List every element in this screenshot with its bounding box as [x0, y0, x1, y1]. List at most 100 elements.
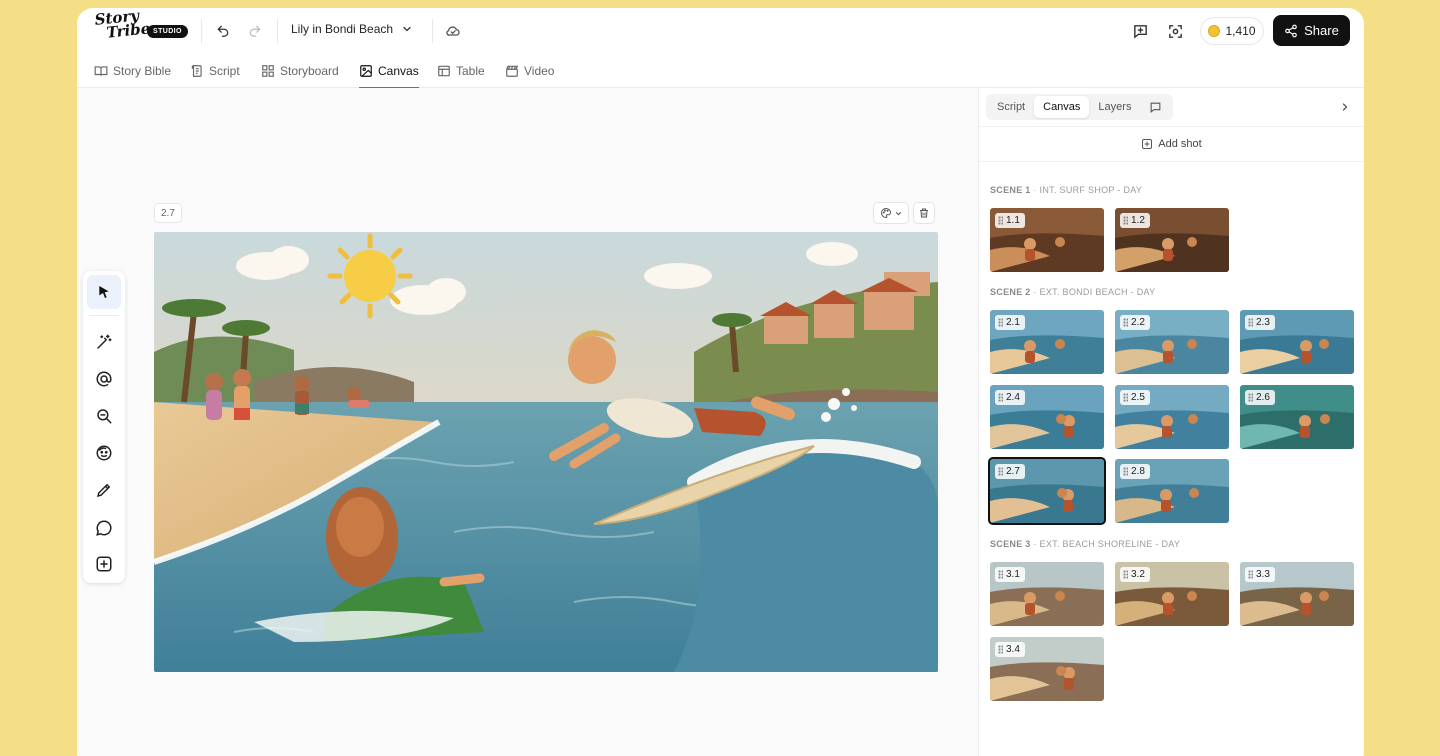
- shot-thumbnail[interactable]: 2.4: [990, 385, 1104, 449]
- shot-number-text: 3.2: [1131, 569, 1145, 580]
- tab-table[interactable]: Table: [437, 54, 485, 88]
- drag-handle-icon[interactable]: [998, 570, 1003, 579]
- coin-icon: [1208, 25, 1221, 37]
- book-icon: [94, 66, 108, 76]
- divider: [89, 315, 119, 316]
- grid-icon: [262, 65, 274, 77]
- shot-number: 3.1: [995, 567, 1025, 582]
- drag-handle-icon[interactable]: [1248, 393, 1253, 402]
- scene-title: · EXT. BEACH SHORELINE - DAY: [1030, 539, 1181, 549]
- tab-label: Story Bible: [113, 64, 172, 78]
- focus-icon[interactable]: [1164, 20, 1186, 42]
- coin-balance[interactable]: 1,410: [1200, 17, 1264, 45]
- pencil-icon[interactable]: [87, 473, 121, 507]
- divider: [201, 19, 202, 43]
- share-label: Share: [1304, 23, 1339, 38]
- main-shot-image[interactable]: [154, 232, 938, 672]
- scene-number: SCENE 3: [990, 539, 1031, 549]
- shot-number: 2.8: [1120, 464, 1150, 479]
- drag-handle-icon[interactable]: [1123, 570, 1128, 579]
- add-icon[interactable]: [87, 547, 121, 581]
- comment-icon[interactable]: [87, 511, 121, 545]
- drag-handle-icon[interactable]: [1123, 216, 1128, 225]
- delete-button[interactable]: [913, 202, 935, 224]
- drag-handle-icon[interactable]: [1248, 318, 1253, 327]
- shot-number-text: 2.3: [1256, 317, 1270, 328]
- scene-heading: SCENE 2 · EXT. BONDI BEACH - DAY: [990, 287, 1155, 297]
- tab-script[interactable]: Script: [190, 54, 240, 88]
- style-dropdown[interactable]: [873, 202, 909, 224]
- coin-count: 1,410: [1225, 24, 1256, 38]
- logo-text: Story Tribe: [93, 8, 151, 43]
- add-comment-icon[interactable]: [1129, 20, 1151, 42]
- shot-number-text: 2.4: [1006, 392, 1020, 403]
- undo-icon[interactable]: [213, 21, 233, 41]
- script-icon: [191, 65, 202, 77]
- panel-tab-comments[interactable]: [1140, 96, 1171, 118]
- shot-thumbnail[interactable]: 2.5: [1115, 385, 1229, 449]
- header: Story Tribe STUDIO Lily in Bondi Beach 1…: [77, 8, 1364, 54]
- drag-handle-icon[interactable]: [998, 393, 1003, 402]
- cloud-saved-icon: [443, 21, 463, 41]
- shot-number: 3.2: [1120, 567, 1150, 582]
- zoom-icon[interactable]: [87, 399, 121, 433]
- drag-handle-icon[interactable]: [1123, 393, 1128, 402]
- drag-handle-icon[interactable]: [1248, 570, 1253, 579]
- panel-tab-canvas[interactable]: Canvas: [1034, 96, 1090, 118]
- shots-panel: Script Canvas Layers Add shot SCENE 1 · …: [978, 88, 1364, 756]
- shot-thumbnail[interactable]: 1.2: [1115, 208, 1229, 272]
- shot-thumbnail[interactable]: 2.7: [988, 457, 1106, 525]
- shot-number: 2.7: [995, 464, 1025, 479]
- drag-handle-icon[interactable]: [998, 318, 1003, 327]
- add-shot-button[interactable]: Add shot: [979, 126, 1364, 162]
- shot-number: 2.1: [995, 315, 1025, 330]
- drag-handle-icon[interactable]: [998, 216, 1003, 225]
- clapper-icon: [506, 65, 519, 77]
- shot-thumbnail[interactable]: 3.2: [1115, 562, 1229, 626]
- redo-icon[interactable]: [245, 21, 265, 41]
- shot-thumbnail[interactable]: 2.2: [1115, 310, 1229, 374]
- face-icon[interactable]: [87, 436, 121, 470]
- shot-number-text: 1.1: [1006, 215, 1020, 226]
- divider: [277, 19, 278, 43]
- comment-icon: [1151, 102, 1161, 113]
- tab-storyboard[interactable]: Storyboard: [261, 54, 339, 88]
- divider: [432, 19, 433, 43]
- project-selector[interactable]: Lily in Bondi Beach: [291, 22, 413, 36]
- shot-thumbnail[interactable]: 2.1: [990, 310, 1104, 374]
- shot-thumbnail[interactable]: 2.3: [1240, 310, 1354, 374]
- panel-tab-script[interactable]: Script: [988, 96, 1034, 118]
- share-icon: [1285, 24, 1297, 37]
- share-button[interactable]: Share: [1273, 15, 1350, 46]
- tab-canvas[interactable]: Canvas: [359, 54, 419, 89]
- scene-number: SCENE 2: [990, 287, 1031, 297]
- tab-video[interactable]: Video: [505, 54, 554, 88]
- drag-handle-icon[interactable]: [998, 645, 1003, 654]
- image-icon: [360, 65, 372, 77]
- add-icon: [1142, 139, 1153, 149]
- shot-number: 2.4: [995, 390, 1025, 405]
- canvas-area[interactable]: 2.7: [77, 88, 978, 756]
- collapse-panel-button[interactable]: [1339, 100, 1351, 118]
- drag-handle-icon[interactable]: [1123, 467, 1128, 476]
- drag-handle-icon[interactable]: [1123, 318, 1128, 327]
- panel-tab-layers[interactable]: Layers: [1089, 96, 1140, 118]
- chevron-down-icon: [895, 211, 901, 215]
- shot-number: 1.2: [1120, 213, 1150, 228]
- pointer-icon[interactable]: [87, 275, 121, 309]
- drag-handle-icon[interactable]: [998, 467, 1003, 476]
- magic-wand-icon[interactable]: [87, 325, 121, 359]
- shot-number: 2.3: [1245, 315, 1275, 330]
- shot-thumbnail[interactable]: 3.1: [990, 562, 1104, 626]
- shot-number-text: 2.6: [1256, 392, 1270, 403]
- logo[interactable]: Story Tribe STUDIO: [94, 8, 188, 47]
- shot-thumbnail[interactable]: 1.1: [990, 208, 1104, 272]
- tab-story-bible[interactable]: Story Bible: [94, 54, 171, 88]
- shot-thumbnail[interactable]: 3.4: [990, 637, 1104, 701]
- table-icon: [438, 65, 450, 77]
- shot-thumbnail[interactable]: 3.3: [1240, 562, 1354, 626]
- shot-number-text: 3.4: [1006, 644, 1020, 655]
- shot-thumbnail[interactable]: 2.8: [1115, 459, 1229, 523]
- at-icon[interactable]: [87, 362, 121, 396]
- shot-thumbnail[interactable]: 2.6: [1240, 385, 1354, 449]
